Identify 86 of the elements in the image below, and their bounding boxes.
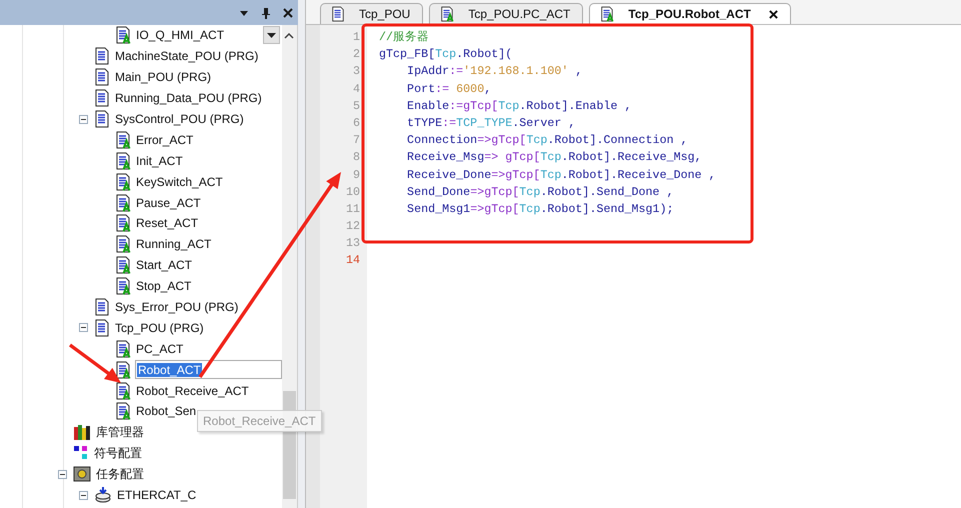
tree-item[interactable]: Start_ACT [135,257,194,274]
editor-tab[interactable]: Tcp_POU.Robot_ACT [589,3,791,24]
document-icon [94,318,110,337]
pin-icon[interactable] [261,6,271,18]
line-number: 12 [344,218,360,236]
code-line: Receive_Msg=> gTcp[Tcp.Robot].Receive_Msg, [406,150,702,164]
action-document-icon [115,402,131,420]
tree-item[interactable]: Running_ACT [135,236,212,252]
code-line: Enable:=gTcp[Tcp.Robot].Enable , [406,98,632,113]
code-line: Connection=>gTcp[Tcp.Robot].Connection , [406,133,688,148]
code-line: Receive_Done=>gTcp[Tcp.Robot].Receive_Done , [406,168,716,182]
code-line: tTYPE:=TCP_TYPE.Server , [406,116,576,130]
tree-item[interactable]: PC_ACT [135,340,184,357]
action-document-icon [115,214,131,232]
tree-item[interactable]: Init_ACT [135,152,184,169]
line-number: 9 [352,166,360,184]
document-icon [94,89,110,108]
tree-item[interactable]: SysControl_POU (PRG) [114,111,245,127]
code-line: Send_Done=>gTcp[Tcp.Robot].Send_Done , [406,184,674,199]
document-icon [94,298,110,316]
line-number: 2 [352,46,360,64]
tree-item[interactable]: Stop_ACT [135,278,192,294]
document-icon [94,110,110,128]
line-number: 4 [352,80,360,98]
tree-item[interactable]: 符号配置 [93,444,143,463]
action-document-icon [115,235,131,254]
line-number: 14 [344,252,360,270]
line-number: 6 [352,114,360,132]
stack-icon [94,486,112,504]
editor-tab[interactable]: Tcp_POU.PC_ACT [429,3,584,24]
action-document-icon [115,340,131,358]
document-icon [94,68,110,86]
books-icon [73,423,91,442]
gear-box-icon [73,465,91,484]
action-document-icon [115,382,131,400]
action-document-icon [115,256,131,274]
line-number: 1 [352,29,360,46]
tree-item[interactable]: Running_Data_POU (PRG) [114,90,263,106]
action-document-icon [115,277,131,296]
tree-item[interactable]: Main_POU (PRG) [114,69,212,86]
annotation-arrow [68,344,121,383]
tree-item[interactable]: Robot_Receive_ACT [135,382,250,399]
document-icon [94,47,110,66]
line-number: 13 [344,235,360,252]
action-document-icon [600,6,614,22]
dropdown-button[interactable] [263,26,280,44]
line-number: 10 [344,184,360,201]
tooltip: Robot_Receive_ACT [197,410,322,432]
tree-item[interactable]: IO_Q_HMI_ACT [135,27,226,44]
tree-item[interactable]: MachineState_POU (PRG) [114,48,260,64]
line-number: 8 [352,149,360,166]
editor-tab[interactable]: Tcp_POU [320,3,424,24]
action-document-icon [115,130,131,149]
tree-item[interactable]: Error_ACT [135,132,194,148]
collapse-icon[interactable] [58,470,67,479]
line-number: 7 [352,132,360,150]
code-line: Port:= 6000, [406,82,492,96]
tree-item[interactable]: KeySwitch_ACT [135,174,224,190]
action-document-icon [115,152,131,170]
action-document-icon [115,172,131,191]
line-number: 3 [352,63,360,80]
action-document-icon [115,194,131,212]
tree-item[interactable]: Sys_Error_POU (PRG) [114,299,240,316]
code-line: IpAddr:='192.168.1.100' , [406,64,582,78]
tree-item[interactable]: Robot_Sen [135,403,198,420]
code-line: //服务器 [379,30,430,44]
tree-item[interactable]: Pause_ACT [135,194,202,211]
action-document-icon [115,360,131,379]
document-icon [331,6,345,22]
tree-item[interactable]: ETHERCAT_C [116,487,198,504]
code-line: gTcp_FB[Tcp.Robot]( [379,47,512,62]
scroll-up-icon[interactable] [284,33,294,39]
collapse-icon[interactable] [79,490,88,500]
close-icon[interactable] [283,8,293,18]
tree-item[interactable]: Reset_ACT [135,215,200,232]
action-document-icon [440,6,454,22]
tree-item[interactable]: Tcp_POU (PRG) [114,320,205,336]
tree-item[interactable]: 任务配置 [95,464,145,484]
collapse-icon[interactable] [79,114,88,124]
close-icon[interactable] [768,10,778,18]
code-line: Send_Msg1=>gTcp[Tcp.Robot].Send_Msg1); [406,202,674,216]
rename-field[interactable]: Robot_ACT [135,360,282,380]
line-number: 11 [344,200,360,218]
tree-item[interactable]: 库管理器 [95,422,145,442]
collapse-icon[interactable] [79,323,88,332]
line-number: 5 [352,98,360,115]
